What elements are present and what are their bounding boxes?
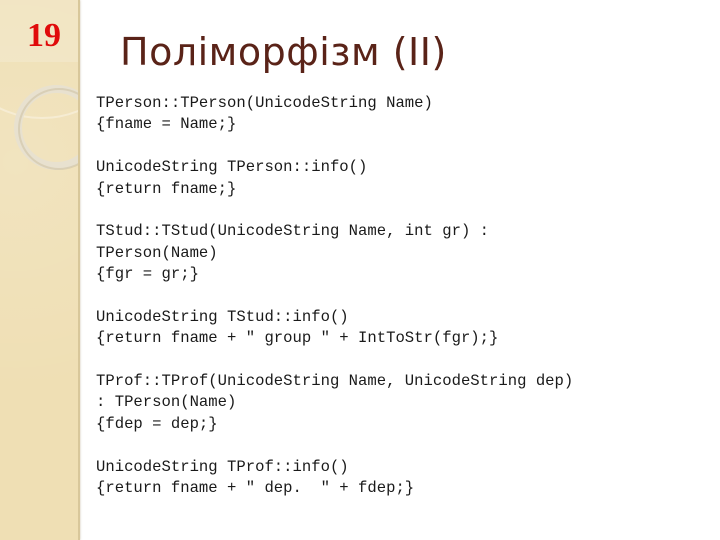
code-line: : TPerson(Name) [96,393,237,412]
code-block: TPerson::TPerson(UnicodeString Name){fna… [96,93,573,499]
code-line: {fname = Name;} [96,115,237,134]
code-line: {fdep = dep;} [96,414,218,433]
code-line: {fgr = gr;} [96,265,199,284]
code-line: UnicodeString TPerson::info() [96,158,368,177]
code-line: TPerson::TPerson(UnicodeString Name) [96,94,433,112]
code-line: TStud::TStud(UnicodeString Name, int gr)… [96,222,490,241]
code-line: {return fname + " dep. " + fdep;} [96,479,415,498]
code-line: UnicodeString TProf::info() [96,457,349,476]
slide-title: Поліморфізм (II) [120,30,447,74]
code-line: TProf::TProf(UnicodeString Name, Unicode… [96,372,574,391]
code-line: UnicodeString TStud::info() [96,307,349,326]
code-line: {return fname + " group " + IntToStr(fgr… [96,329,499,348]
code-line: {return fname;} [96,179,237,198]
sidebar-divider [78,0,80,540]
slide-number: 19 [27,17,61,54]
decorative-sidebar [0,0,78,540]
code-line: TPerson(Name) [96,243,218,262]
